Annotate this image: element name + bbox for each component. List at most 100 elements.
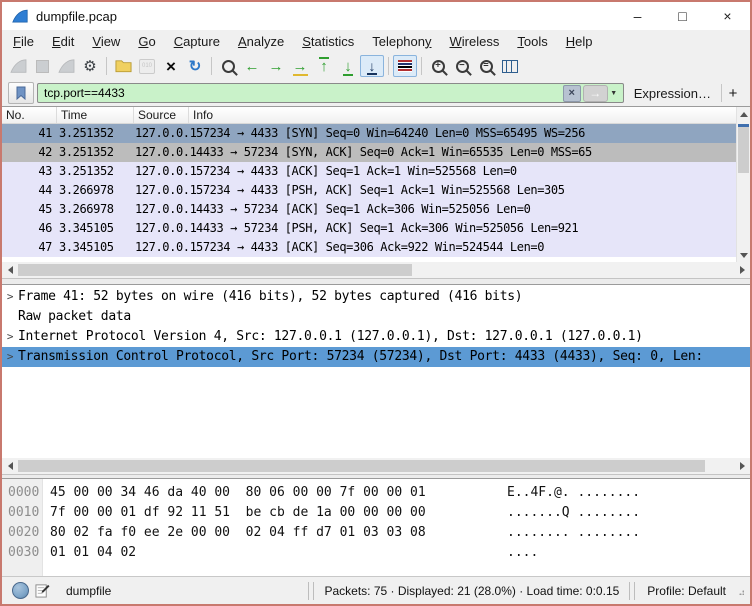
colorize-icon[interactable] (393, 55, 417, 77)
add-filter-button[interactable]: + (722, 85, 744, 102)
detail-line-1[interactable]: Raw packet data (2, 307, 750, 327)
go-to-packet-icon[interactable]: → (288, 55, 312, 77)
packet-row-41[interactable]: 41 3.251352 127.0.0.1 57234 → 4433 [SYN] Se… (2, 124, 750, 143)
hex-ascii[interactable]: E..4F.@. ........ (507, 483, 640, 503)
scroll-down-arrow-icon[interactable] (737, 248, 750, 262)
hex-ascii[interactable]: .... (507, 543, 538, 563)
packet-list-rows: 41 3.251352 127.0.0.1 57234 → 4433 [SYN] Se… (2, 124, 750, 257)
filter-clear-button[interactable]: × (562, 84, 581, 102)
expand-arrow-icon[interactable]: > (2, 347, 18, 367)
filter-dropdown-caret-icon[interactable]: ▼ (608, 90, 620, 97)
packet-row-46[interactable]: 46 3.345105 127.0.0.1 4433 → 57234 [PSH, AC… (2, 219, 750, 238)
expand-arrow-icon[interactable]: > (2, 327, 18, 347)
go-to-bottom-icon[interactable]: ↓ (336, 55, 360, 77)
menu-analyze[interactable]: Analyze (229, 32, 293, 51)
detail-line-0[interactable]: > Frame 41: 52 bytes on wire (416 bits), … (2, 287, 750, 307)
resize-columns-icon[interactable] (498, 55, 522, 77)
menu-statistics[interactable]: Statistics (293, 32, 363, 51)
menu-view[interactable]: View (83, 32, 129, 51)
scroll-left-arrow-icon[interactable] (2, 458, 18, 474)
hex-offset: 0030 (8, 545, 40, 560)
auto-scroll-icon[interactable]: ↓ (360, 55, 384, 77)
menu-capture[interactable]: Capture (165, 32, 229, 51)
detail-text: Internet Protocol Version 4, Src: 127.0.… (18, 329, 643, 344)
display-filter-input[interactable]: tcp.port==4433 × → ▼ (37, 83, 624, 103)
packet-row-44[interactable]: 44 3.266978 127.0.0.1 57234 → 4433 [PSH, AC… (2, 181, 750, 200)
open-file-icon[interactable] (111, 55, 135, 77)
hex-line-0010[interactable]: 0010 7f 00 00 01 df 92 11 51 be cb de 1a … (2, 503, 750, 523)
packet-row-45[interactable]: 45 3.266978 127.0.0.1 4433 → 57234 [ACK] Se… (2, 200, 750, 219)
start-capture-icon[interactable] (6, 55, 30, 77)
cell-src: 127.0.0.1 (135, 221, 197, 235)
resize-grip[interactable] (736, 586, 744, 595)
menu-file[interactable]: File (4, 32, 43, 51)
menu-telephony[interactable]: Telephony (363, 32, 440, 51)
cell-info: 57234 → 4433 [PSH, ACK] Seq=1 Ack=1 Win=… (196, 183, 565, 197)
column-header-no[interactable]: No. (2, 107, 57, 123)
cell-time: 3.345105 (59, 221, 114, 235)
zoom-reset-icon[interactable]: = (474, 55, 498, 77)
save-file-icon[interactable]: 010 (135, 55, 159, 77)
column-header-time[interactable]: Time (57, 107, 134, 123)
hex-bytes[interactable]: 80 02 fa f0 ee 2e 00 00 02 04 ff d7 01 0… (50, 523, 426, 543)
detail-text: Frame 41: 52 bytes on wire (416 bits), 5… (18, 289, 523, 304)
column-header-info[interactable]: Info (189, 107, 750, 123)
packet-list-horizontal-scrollbar[interactable] (2, 262, 750, 278)
cell-no: 45 (38, 202, 52, 216)
scroll-right-arrow-icon[interactable] (734, 262, 750, 278)
packet-row-43[interactable]: 43 3.251352 127.0.0.1 57234 → 4433 [ACK] Se… (2, 162, 750, 181)
toolbar-separator (388, 57, 389, 75)
horizontal-scroll-thumb[interactable] (18, 264, 412, 276)
go-to-top-icon[interactable]: ↑ (312, 55, 336, 77)
maximize-button[interactable]: □ (660, 2, 705, 30)
close-file-icon[interactable]: × (159, 55, 183, 77)
expert-info-icon[interactable] (12, 582, 29, 599)
go-forward-icon[interactable]: → (264, 55, 288, 77)
hex-line-0020[interactable]: 0020 80 02 fa f0 ee 2e 00 00 02 04 ff d7 … (2, 523, 750, 543)
menu-tools[interactable]: Tools (508, 32, 556, 51)
vertical-scroll-thumb[interactable] (738, 124, 749, 173)
find-packet-icon[interactable] (216, 55, 240, 77)
column-header-source[interactable]: Source (134, 107, 189, 123)
menu-help[interactable]: Help (557, 32, 602, 51)
details-horizontal-scrollbar[interactable] (2, 458, 750, 474)
scroll-left-arrow-icon[interactable] (2, 262, 18, 278)
hex-bytes[interactable]: 7f 00 00 01 df 92 11 51 be cb de 1a 00 0… (50, 503, 426, 523)
capture-comment-icon[interactable] (35, 583, 50, 598)
packet-row-42[interactable]: 42 3.251352 127.0.0.1 4433 → 57234 [SYN, AC… (2, 143, 750, 162)
hex-bytes[interactable]: 01 01 04 02 (50, 543, 136, 563)
menu-edit[interactable]: Edit (43, 32, 83, 51)
expression-button[interactable]: Expression… (624, 86, 721, 101)
go-back-icon[interactable]: ← (240, 55, 264, 77)
window-title: dumpfile.pcap (36, 8, 117, 24)
hex-bytes[interactable]: 45 00 00 34 46 da 40 00 80 06 00 00 7f 0… (50, 483, 426, 503)
detail-line-3[interactable]: > Transmission Control Protocol, Src Port… (2, 347, 750, 367)
menu-wireless[interactable]: Wireless (441, 32, 509, 51)
profile-label[interactable]: Profile: Default (637, 584, 736, 598)
packet-list-vertical-scrollbar[interactable] (736, 107, 750, 262)
zoom-out-icon[interactable]: − (450, 55, 474, 77)
hex-ascii[interactable]: .......Q ........ (507, 503, 640, 523)
expand-arrow-icon[interactable]: > (2, 287, 18, 307)
filter-apply-button[interactable]: → (582, 84, 608, 102)
cell-no: 41 (38, 126, 52, 140)
zoom-in-icon[interactable]: + (426, 55, 450, 77)
detail-line-2[interactable]: > Internet Protocol Version 4, Src: 127.0… (2, 327, 750, 347)
minimize-button[interactable]: – (615, 2, 660, 30)
cell-src: 127.0.0.1 (135, 183, 197, 197)
scroll-right-arrow-icon[interactable] (734, 458, 750, 474)
hex-line-0000[interactable]: 0000 45 00 00 34 46 da 40 00 80 06 00 00 … (2, 483, 750, 503)
filter-bookmark-button[interactable] (8, 82, 34, 104)
close-button[interactable]: × (705, 2, 750, 30)
menu-go[interactable]: Go (129, 32, 164, 51)
reload-icon[interactable]: ↻ (183, 55, 207, 77)
hex-line-0030[interactable]: 0030 01 01 04 02.... (2, 543, 750, 563)
packet-row-47[interactable]: 47 3.345105 127.0.0.1 57234 → 4433 [ACK] Se… (2, 238, 750, 257)
cell-time: 3.251352 (59, 126, 114, 140)
horizontal-scroll-thumb[interactable] (18, 460, 706, 472)
stop-capture-icon[interactable] (30, 55, 54, 77)
scroll-up-arrow-icon[interactable] (737, 107, 750, 121)
restart-capture-icon[interactable] (54, 55, 78, 77)
capture-options-icon[interactable]: ⚙ (78, 55, 102, 77)
hex-ascii[interactable]: ........ ........ (507, 523, 640, 543)
